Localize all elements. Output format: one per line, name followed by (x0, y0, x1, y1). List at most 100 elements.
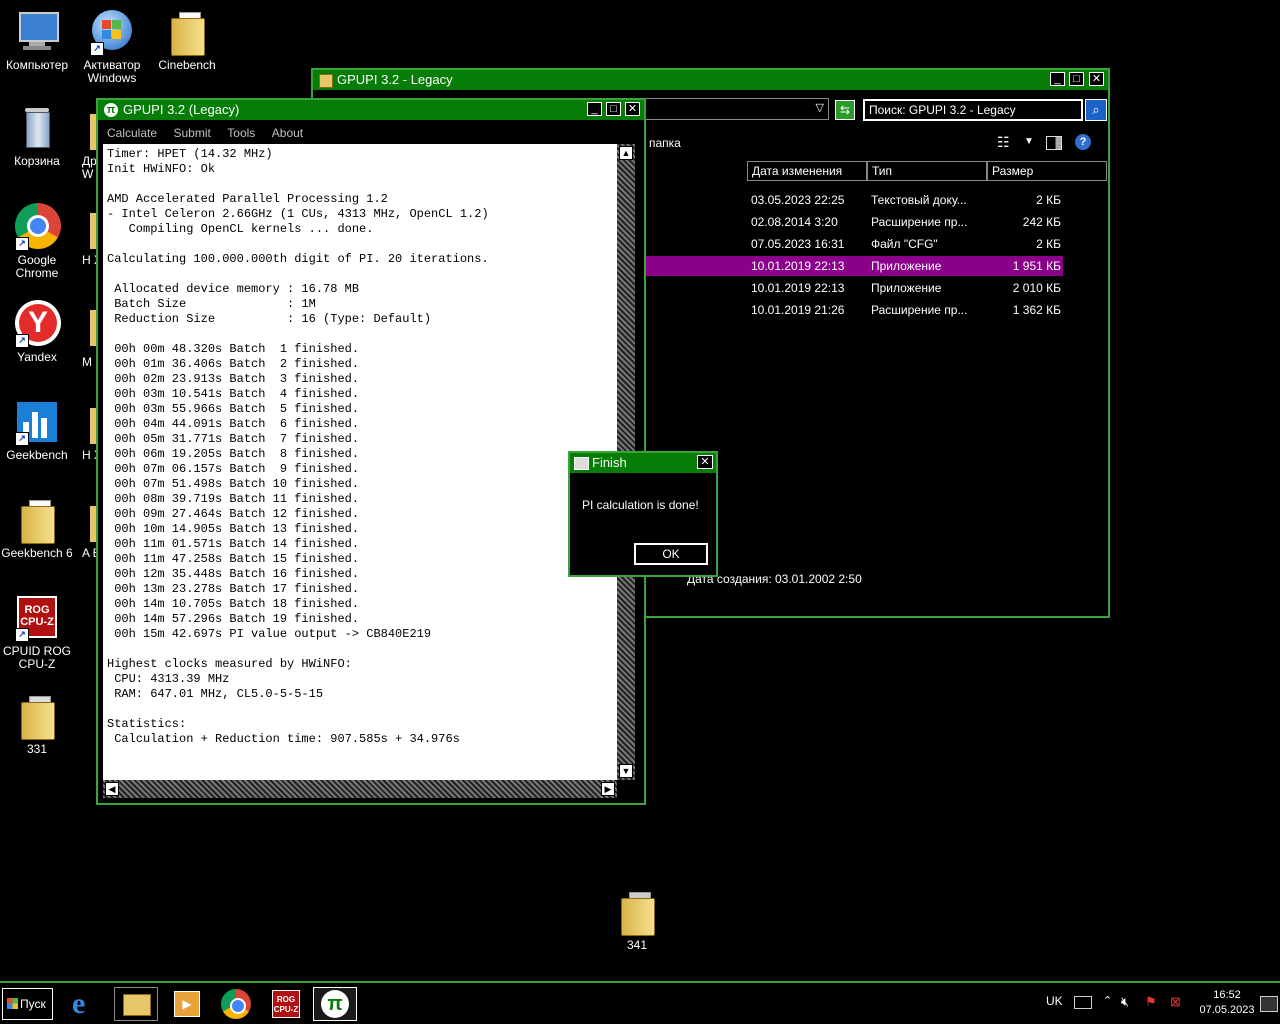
ok-button[interactable]: OK (634, 543, 708, 565)
minimize-button[interactable]: _ (587, 102, 602, 116)
search-input[interactable] (863, 99, 1083, 121)
menu-submit[interactable]: Submit (173, 126, 210, 140)
file-size: 2 010 КБ (1012, 281, 1061, 295)
column-header-date[interactable]: Дата изменения (747, 161, 867, 181)
explorer-titlebar[interactable]: GPUPI 3.2 - Legacy _ □ ✕ (313, 70, 1108, 90)
taskbar-explorer[interactable] (114, 987, 158, 1021)
dialog-title: Finish (592, 455, 627, 470)
scroll-down-icon[interactable]: ▼ (619, 764, 633, 778)
gpupi-titlebar[interactable]: π GPUPI 3.2 (Legacy) _ □ ✕ (98, 100, 644, 120)
shortcut-arrow-icon: ↗ (90, 42, 104, 56)
show-desktop-button[interactable] (1260, 996, 1278, 1012)
desktop-icon-cinebench[interactable]: Cinebench (150, 8, 224, 72)
file-date: 10.01.2019 22:13 (751, 259, 845, 273)
folder-icon (613, 888, 661, 936)
internet-explorer-icon: e (72, 987, 86, 1020)
desktop-icon-computer[interactable]: Компьютер (0, 8, 74, 72)
desktop-icon-label: Yandex (17, 350, 57, 364)
close-button[interactable]: ✕ (1089, 72, 1104, 86)
desktop-icon-folder-341[interactable]: 341 (600, 888, 674, 952)
dialog-titlebar[interactable]: Finish ✕ (570, 453, 716, 473)
file-size: 2 КБ (1036, 237, 1061, 251)
action-center-icon[interactable]: ⚑ (1145, 994, 1157, 1010)
console-output[interactable]: Timer: HPET (14.32 MHz) Init HWiNFO: Ok … (103, 144, 617, 780)
taskbar-media-player[interactable]: ▶ (164, 987, 208, 1021)
refresh-button[interactable]: ⇆ (835, 100, 855, 120)
app-window-icon (574, 457, 589, 470)
desktop-icon-folder-331[interactable]: 331 (0, 692, 74, 756)
tray-expand-icon[interactable]: ⌃ (1103, 994, 1112, 1007)
close-button[interactable]: ✕ (697, 455, 713, 469)
search-button[interactable]: ⌕ (1085, 99, 1107, 121)
start-button[interactable]: Пуск (2, 988, 53, 1020)
scroll-left-icon[interactable]: ◀ (105, 782, 119, 796)
chevron-down-icon[interactable]: ▽ (816, 101, 824, 114)
gpupi-window[interactable]: π GPUPI 3.2 (Legacy) _ □ ✕ Calculate Sub… (96, 98, 646, 805)
clock[interactable]: 16:52 07.05.2023 (1196, 988, 1258, 1018)
recycle-bin-icon (13, 104, 61, 152)
maximize-button[interactable]: □ (1069, 72, 1084, 86)
menu-tools[interactable]: Tools (227, 126, 255, 140)
close-button[interactable]: ✕ (625, 102, 640, 116)
column-header-size[interactable]: Размер (987, 161, 1107, 181)
keyboard-icon[interactable] (1074, 996, 1092, 1009)
desktop-icon-geekbench-6[interactable]: Geekbench 6 (0, 496, 74, 560)
scroll-right-icon[interactable]: ▶ (601, 782, 615, 796)
menu-about[interactable]: About (272, 126, 303, 140)
desktop-icon-label: Компьютер (5, 58, 69, 72)
maximize-button[interactable]: □ (606, 102, 621, 116)
windows-logo-icon (7, 998, 18, 1009)
chevron-down-icon[interactable]: ▼ (1024, 136, 1034, 147)
desktop-icon-recycle-bin[interactable]: Корзина (0, 104, 74, 168)
file-date: 10.01.2019 22:13 (751, 281, 845, 295)
column-header-type[interactable]: Тип (867, 161, 987, 181)
taskbar-cpuz[interactable]: ROG CPU-Z (264, 987, 308, 1021)
file-date: 10.01.2019 21:26 (751, 303, 845, 317)
desktop-icon-geekbench[interactable]: ↗ Geekbench (0, 398, 74, 462)
folder-icon (13, 692, 61, 740)
window-title: GPUPI 3.2 (Legacy) (123, 102, 240, 117)
desktop-icon-label: 331 (26, 742, 48, 756)
scroll-up-icon[interactable]: ▲ (619, 146, 633, 160)
network-icon[interactable]: ⊠ (1170, 994, 1181, 1010)
window-title: GPUPI 3.2 - Legacy (337, 72, 453, 87)
help-icon[interactable]: ? (1075, 134, 1091, 150)
breadcrumb-fragment: папка (649, 136, 681, 150)
preview-pane-icon[interactable] (1046, 136, 1062, 150)
desktop-icon-label: 341 (626, 938, 648, 952)
finish-dialog[interactable]: Finish ✕ PI calculation is done! OK (568, 451, 718, 577)
menu-calculate[interactable]: Calculate (107, 126, 157, 140)
minimize-button[interactable]: _ (1050, 72, 1065, 86)
media-player-icon: ▶ (174, 991, 200, 1017)
file-type: Текстовый доку... (871, 193, 967, 207)
file-size: 242 КБ (1022, 215, 1061, 229)
folder-icon (319, 74, 333, 88)
desktop-icon-label: Geekbench (6, 448, 68, 462)
file-type: Приложение (871, 281, 942, 295)
language-indicator[interactable]: UK (1046, 994, 1063, 1008)
desktop-icon-google-chrome[interactable]: ↗ Google Chrome (0, 203, 74, 280)
desktop-icon-activator[interactable]: ↗ Активатор Windows (75, 8, 149, 85)
taskbar-gpupi[interactable]: π (313, 987, 357, 1021)
console-text: Timer: HPET (14.32 MHz) Init HWiNFO: Ok … (107, 147, 489, 746)
view-options-icon[interactable]: ☷ (997, 134, 1010, 151)
file-type: Приложение (871, 259, 942, 273)
desktop-icon-label: Geekbench 6 (1, 546, 73, 560)
file-date: 02.08.2014 3:20 (751, 215, 838, 229)
file-date: 03.05.2023 22:25 (751, 193, 845, 207)
shortcut-arrow-icon: ↗ (15, 432, 29, 446)
file-size: 1 951 КБ (1012, 259, 1061, 273)
desktop-icon-cpuz[interactable]: ROG CPU-Z ↗ CPUID ROG CPU-Z (0, 594, 74, 671)
taskbar-ie[interactable]: e (66, 987, 110, 1021)
clock-time: 16:52 (1213, 989, 1241, 1001)
horizontal-scrollbar[interactable]: ◀ ▶ (103, 780, 617, 798)
computer-icon (13, 8, 61, 56)
desktop-icon-label: Cinebench (158, 58, 216, 72)
taskbar-chrome[interactable] (214, 987, 258, 1021)
taskbar: Пуск e ▶ ROG CPU-Z π UK ⌃ 🔇︎ ⚑ ⊠ 16:52 07… (0, 981, 1280, 1024)
menu-bar: Calculate Submit Tools About (107, 124, 315, 142)
desktop-icon-yandex[interactable]: Y ↗ Yandex (0, 300, 74, 364)
cpuz-icon: ROG CPU-Z (272, 990, 300, 1018)
file-date: 07.05.2023 16:31 (751, 237, 845, 251)
volume-muted-icon[interactable]: 🔇︎ (1121, 994, 1129, 1010)
